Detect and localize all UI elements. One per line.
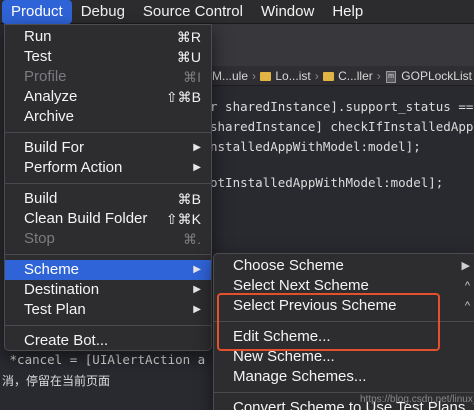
menu-item-label: Perform Action (24, 159, 123, 176)
submenu-arrow-icon: ▶ (193, 162, 201, 173)
menu-product[interactable]: Product (2, 0, 72, 24)
menu-debug[interactable]: Debug (72, 0, 134, 24)
menu-separator (5, 183, 211, 184)
shortcut-label: ⇧⌘K (165, 211, 201, 227)
code-line: otInstalledAppWithModel:model]; (210, 175, 444, 190)
jump-bar-item[interactable]: Lo...ist (273, 69, 312, 83)
submenu-arrow-icon: ▶ (193, 142, 201, 153)
chevron-right-icon: › (314, 68, 319, 83)
menu-item-stop: Stop ⌘. (5, 229, 211, 249)
code-line: 消，停留在当前页面 (2, 374, 111, 388)
menu-item-test[interactable]: Test ⌘U (5, 47, 211, 67)
menu-separator (214, 392, 474, 393)
folder-icon (260, 72, 272, 81)
menu-item-build-for[interactable]: Build For ▶ (5, 138, 211, 158)
menu-item-create-bot[interactable]: Create Bot... (5, 331, 211, 351)
shortcut-icon: ^ (464, 280, 470, 292)
menu-item-label: Create Bot... (24, 332, 109, 349)
menu-item-label: Archive (24, 108, 75, 125)
jump-bar-item[interactable]: GOPLockList (399, 69, 474, 83)
menu-item-label: Run (24, 28, 52, 45)
chevron-right-icon: ▶ (461, 260, 470, 272)
folder-icon (322, 72, 335, 81)
submenu-item-label: Select Next Scheme (233, 277, 369, 294)
menu-item-profile: Profile ⌘I (5, 67, 211, 87)
menu-item-label: Destination (24, 281, 100, 298)
menu-item-test-plan[interactable]: Test Plan ▶ (5, 300, 211, 320)
shortcut-icon: ^ (464, 300, 470, 312)
chevron-right-icon: › (252, 68, 257, 83)
submenu-item-choose-scheme[interactable]: Choose Scheme ▶ (214, 256, 474, 276)
menu-item-label: Stop (24, 230, 55, 247)
menu-item-label: Scheme (24, 261, 80, 278)
shortcut-label: ⌘B (177, 191, 201, 207)
jump-bar-item[interactable]: M...ule (210, 69, 250, 83)
menu-item-label: Clean Build Folder (24, 210, 148, 227)
code-line: nstalledAppWithModel:model]; (210, 139, 421, 154)
annotation-highlight-box (217, 293, 440, 351)
menu-help[interactable]: Help (323, 0, 372, 24)
editor-toolbar (210, 24, 474, 66)
menu-item-label: Analyze (24, 88, 78, 105)
chevron-right-icon: › (376, 68, 381, 83)
jump-bar-item[interactable]: C...ller (336, 69, 375, 83)
menu-item-label: Build For (24, 139, 85, 156)
shortcut-label: ⌘I (183, 69, 201, 85)
menu-item-analyze[interactable]: Analyze ⇧⌘B (5, 87, 211, 107)
menu-item-label: Profile (24, 68, 67, 85)
menu-separator (5, 132, 211, 133)
jump-bar: M...ule › Lo...ist › C...ller › m GOPLoc… (210, 66, 474, 86)
menu-source-control[interactable]: Source Control (134, 0, 252, 24)
menu-item-label: Test Plan (24, 301, 86, 318)
code-line: r sharedInstance].support_status == (210, 99, 474, 114)
shortcut-label: ⌘R (176, 29, 201, 45)
menu-item-label: Test (24, 48, 52, 65)
code-line: sharedInstance] checkIfInstalledAppV (210, 119, 474, 134)
menu-item-build[interactable]: Build ⌘B (5, 189, 211, 209)
source-file-icon: m (385, 70, 397, 83)
menu-item-clean-build-folder[interactable]: Clean Build Folder ⇧⌘K (5, 209, 211, 229)
submenu-item-label: Choose Scheme (233, 257, 344, 274)
menu-item-archive[interactable]: Archive (5, 107, 211, 127)
submenu-arrow-icon: ▶ (193, 284, 201, 295)
product-menu: Run ⌘R Test ⌘U Profile ⌘I Analyze ⇧⌘B Ar… (4, 24, 212, 351)
menu-separator (5, 325, 211, 326)
menu-item-run[interactable]: Run ⌘R (5, 27, 211, 47)
submenu-item-label: Manage Schemes... (233, 368, 367, 385)
code-line: *cancel = [UIAlertAction a (2, 352, 206, 367)
shortcut-label: ⌘U (176, 49, 201, 65)
menu-item-scheme[interactable]: Scheme ▶ (5, 260, 211, 280)
watermark-text: https://blog.csdn.net/linux_cwg (360, 394, 474, 405)
menu-separator (5, 254, 211, 255)
shortcut-label: ⇧⌘B (165, 89, 201, 105)
menu-item-label: Build (24, 190, 58, 207)
menu-bar: Product Debug Source Control Window Help (0, 0, 474, 24)
menu-window[interactable]: Window (252, 0, 323, 24)
submenu-arrow-icon: ▶ (193, 264, 201, 275)
shortcut-label: ⌘. (183, 231, 201, 247)
menu-item-perform-action[interactable]: Perform Action ▶ (5, 158, 211, 178)
submenu-item-manage-schemes[interactable]: Manage Schemes... (214, 367, 474, 387)
submenu-arrow-icon: ▶ (193, 304, 201, 315)
menu-item-destination[interactable]: Destination ▶ (5, 280, 211, 300)
